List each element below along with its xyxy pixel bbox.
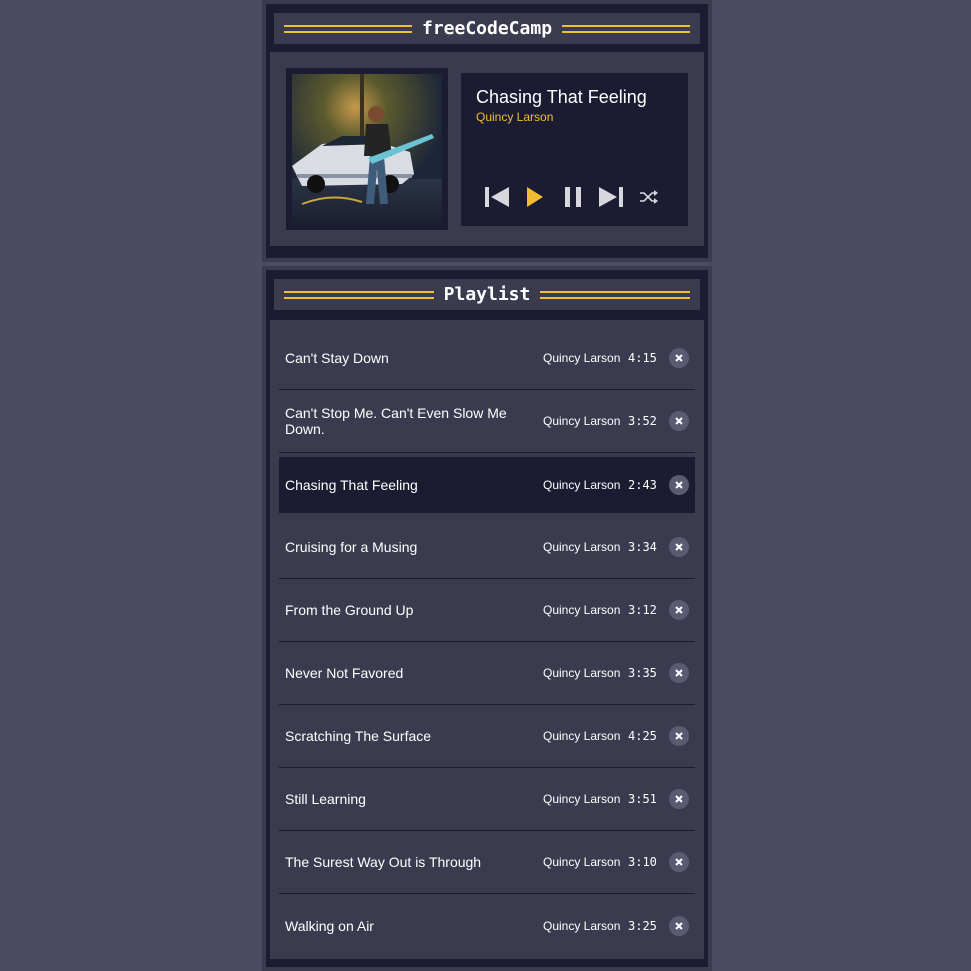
playlist-item[interactable]: From the Ground Up Quincy Larson 3:12 bbox=[279, 579, 695, 642]
close-icon bbox=[675, 732, 683, 740]
playlist-item[interactable]: Can't Stay Down Quincy Larson 4:15 bbox=[279, 327, 695, 390]
delete-button[interactable] bbox=[669, 475, 689, 495]
shuffle-button[interactable] bbox=[635, 182, 663, 212]
playlist-item[interactable]: The Surest Way Out is Through Quincy Lar… bbox=[279, 831, 695, 894]
playlist-title: Playlist bbox=[443, 284, 531, 305]
song-title: Never Not Favored bbox=[285, 665, 404, 681]
song-title: Chasing That Feeling bbox=[285, 477, 418, 493]
song-title: Still Learning bbox=[285, 791, 366, 807]
song-artist: Quincy Larson bbox=[543, 792, 621, 806]
playlist-item[interactable]: Walking on Air Quincy Larson 3:25 bbox=[279, 894, 695, 957]
play-icon bbox=[527, 187, 543, 207]
previous-button[interactable] bbox=[483, 182, 511, 212]
next-button[interactable] bbox=[597, 182, 625, 212]
song-duration: 3:35 bbox=[628, 666, 657, 680]
decor-lines bbox=[284, 24, 412, 33]
song-duration: 3:34 bbox=[628, 540, 657, 554]
current-song-artist: Quincy Larson bbox=[476, 110, 554, 124]
song-title: Scratching The Surface bbox=[285, 728, 432, 744]
close-icon bbox=[675, 606, 683, 614]
playlist-item[interactable]: Scratching The Surface Quincy Larson 4:2… bbox=[279, 705, 695, 768]
playlist-item[interactable]: Still Learning Quincy Larson 3:51 bbox=[279, 768, 695, 831]
playlist-header: Playlist bbox=[274, 279, 700, 310]
close-icon bbox=[675, 795, 683, 803]
delete-button[interactable] bbox=[669, 789, 689, 809]
playlist-item[interactable]: Can't Stop Me. Can't Even Slow Me Down. … bbox=[279, 390, 695, 453]
playlist-item[interactable]: Never Not Favored Quincy Larson 3:35 bbox=[279, 642, 695, 705]
close-icon bbox=[675, 417, 683, 425]
song-title: Cruising for a Musing bbox=[285, 539, 418, 555]
close-icon bbox=[675, 669, 683, 677]
song-duration: 3:52 bbox=[628, 414, 657, 428]
playlist-item[interactable]: Cruising for a Musing Quincy Larson 3:34 bbox=[279, 516, 695, 579]
delete-button[interactable] bbox=[669, 663, 689, 683]
decor-lines bbox=[540, 290, 691, 299]
song-duration: 3:25 bbox=[628, 918, 657, 933]
decor-lines bbox=[284, 290, 434, 299]
player-controls bbox=[483, 182, 673, 212]
brand-title: freeCodeCamp bbox=[421, 18, 553, 39]
song-artist: Quincy Larson bbox=[543, 351, 621, 365]
song-artist: Quincy Larson bbox=[543, 729, 621, 743]
song-artist: Quincy Larson bbox=[543, 855, 621, 869]
delete-button[interactable] bbox=[669, 915, 689, 936]
player-panel: freeCodeCamp Chasing That Feeling Quincy… bbox=[262, 0, 712, 262]
song-duration: 2:43 bbox=[628, 478, 657, 492]
song-artist: Quincy Larson bbox=[543, 540, 621, 554]
song-duration: 3:10 bbox=[628, 855, 657, 869]
album-art-image bbox=[292, 74, 442, 224]
close-icon bbox=[675, 543, 683, 551]
song-artist: Quincy Larson bbox=[543, 414, 621, 428]
album-art bbox=[286, 68, 448, 230]
next-icon bbox=[599, 187, 623, 207]
delete-button[interactable] bbox=[669, 726, 689, 746]
song-artist: Quincy Larson bbox=[543, 918, 621, 933]
shuffle-icon bbox=[640, 190, 658, 204]
playlist-panel: Playlist Can't Stay Down Quincy Larson 4… bbox=[262, 266, 712, 971]
player-body: Chasing That Feeling Quincy Larson bbox=[270, 52, 704, 246]
song-duration: 3:12 bbox=[628, 603, 657, 617]
playlist-item-current[interactable]: Chasing That Feeling Quincy Larson 2:43 bbox=[279, 457, 695, 513]
song-artist: Quincy Larson bbox=[543, 478, 621, 492]
song-title: Can't Stop Me. Can't Even Slow Me Down. bbox=[285, 405, 507, 437]
delete-button[interactable] bbox=[669, 600, 689, 620]
song-duration: 3:51 bbox=[628, 792, 657, 806]
close-icon bbox=[675, 481, 683, 489]
playlist-songs: Can't Stay Down Quincy Larson 4:15 Can't… bbox=[270, 320, 704, 959]
player-header: freeCodeCamp bbox=[274, 13, 700, 44]
close-icon bbox=[675, 858, 683, 866]
song-title: From the Ground Up bbox=[285, 602, 414, 618]
song-duration: 4:25 bbox=[628, 729, 657, 743]
song-artist: Quincy Larson bbox=[543, 603, 621, 617]
close-icon bbox=[675, 354, 683, 362]
current-song-title: Chasing That Feeling bbox=[476, 87, 647, 107]
song-title: Can't Stay Down bbox=[285, 350, 389, 366]
delete-button[interactable] bbox=[669, 348, 689, 368]
song-artist: Quincy Larson bbox=[543, 666, 621, 680]
delete-button[interactable] bbox=[669, 411, 689, 431]
song-title: Walking on Air bbox=[285, 917, 374, 934]
decor-lines bbox=[562, 24, 691, 33]
close-icon bbox=[675, 921, 683, 930]
pause-icon bbox=[565, 187, 581, 207]
song-duration: 4:15 bbox=[628, 351, 657, 365]
play-button[interactable] bbox=[521, 182, 549, 212]
now-playing-info: Chasing That Feeling Quincy Larson bbox=[461, 73, 688, 226]
delete-button[interactable] bbox=[669, 537, 689, 557]
song-title: The Surest Way Out is Through bbox=[285, 854, 482, 870]
pause-button[interactable] bbox=[559, 182, 587, 212]
previous-icon bbox=[485, 187, 509, 207]
delete-button[interactable] bbox=[669, 852, 689, 872]
